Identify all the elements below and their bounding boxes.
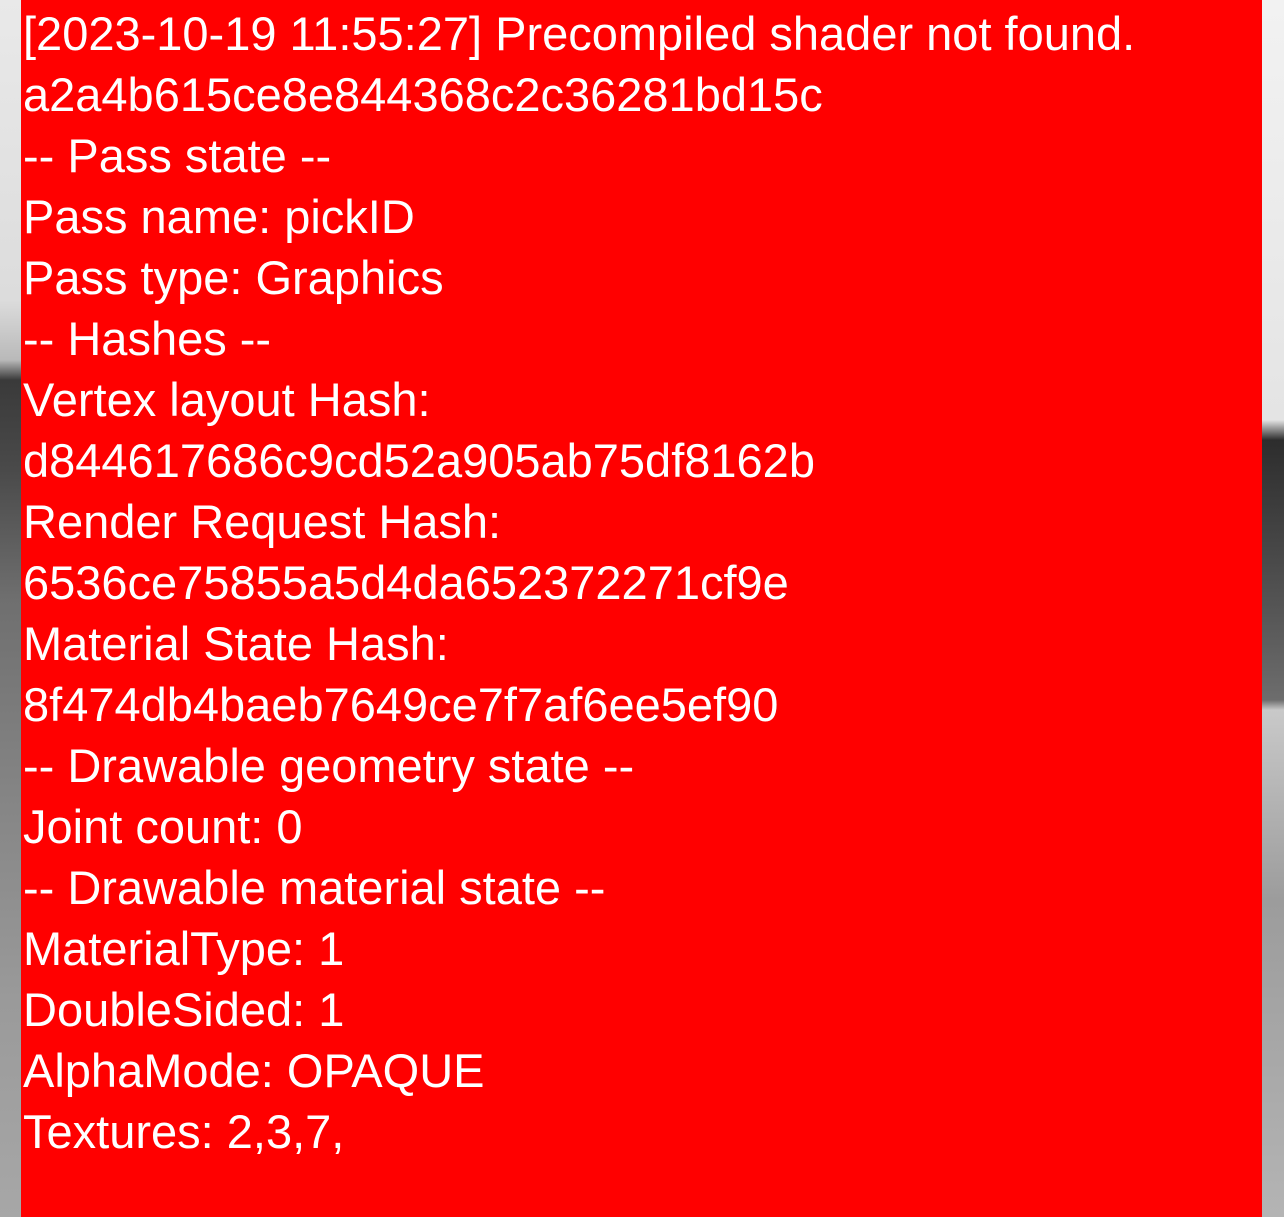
- log-line-shader-hash: a2a4b615ce8e844368c2c36281bd15c: [23, 68, 823, 121]
- log-line-material-type: MaterialType: 1: [23, 922, 345, 975]
- log-line-render-request-label: Render Request Hash:: [23, 495, 502, 548]
- log-line-geometry-state-header: -- Drawable geometry state --: [23, 739, 635, 792]
- log-line-material-state-hash: 8f474db4baeb7649ce7f7af6ee5ef90: [23, 678, 779, 731]
- log-line-pass-type: Pass type: Graphics: [23, 251, 444, 304]
- log-line-pass-state-header: -- Pass state --: [23, 129, 332, 182]
- shader-error-overlay: [2023-10-19 11:55:27] Precompiled shader…: [21, 0, 1262, 1217]
- log-line-alpha-mode: AlphaMode: OPAQUE: [23, 1044, 485, 1097]
- camera-background-edge: [1262, 0, 1284, 1217]
- log-line-vertex-layout-hash: d844617686c9cd52a905ab75df8162b: [23, 434, 815, 487]
- log-line-hashes-header: -- Hashes --: [23, 312, 272, 365]
- log-line-joint-count: Joint count: 0: [23, 800, 303, 853]
- log-line-material-state-header: -- Drawable material state --: [23, 861, 606, 914]
- log-line-render-request-hash: 6536ce75855a5d4da652372271cf9e: [23, 556, 789, 609]
- log-line-material-state-label: Material State Hash:: [23, 617, 449, 670]
- log-line-timestamp-message: [2023-10-19 11:55:27] Precompiled shader…: [23, 7, 1136, 60]
- log-line-vertex-layout-label: Vertex layout Hash:: [23, 373, 431, 426]
- log-line-textures: Textures: 2,3,7,: [23, 1105, 345, 1158]
- log-line-double-sided: DoubleSided: 1: [23, 983, 345, 1036]
- log-line-pass-name: Pass name: pickID: [23, 190, 415, 243]
